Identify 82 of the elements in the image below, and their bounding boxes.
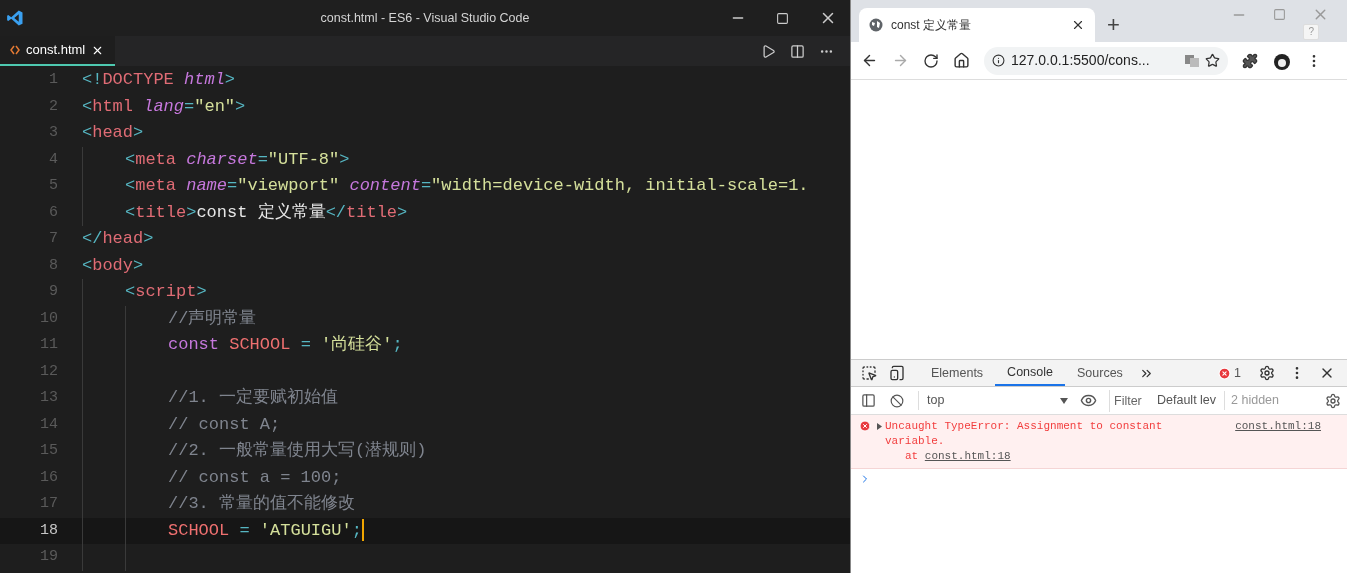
settings-icon[interactable] xyxy=(1259,365,1275,381)
line-number: 7 xyxy=(48,229,58,249)
line-number: 18 xyxy=(39,520,58,541)
vscode-logo-icon xyxy=(6,9,24,27)
tab-label: const.html xyxy=(26,41,86,60)
line-number: 11 xyxy=(39,335,58,355)
error-icon xyxy=(1218,366,1232,380)
line-number: 8 xyxy=(48,255,58,276)
devtools-tab[interactable]: Sources xyxy=(1065,360,1135,386)
text-cursor xyxy=(361,519,364,541)
line-number: 2 xyxy=(48,96,58,117)
reload-button[interactable] xyxy=(923,52,939,69)
stack-link[interactable]: const.html:18 xyxy=(924,450,1011,462)
window-title: const.html - ES6 - Visual Studio Code xyxy=(320,9,530,27)
expand-icon[interactable] xyxy=(877,423,882,430)
code-line: //声明常量 xyxy=(168,308,257,328)
back-button[interactable] xyxy=(861,52,878,69)
sidebar-toggle-icon[interactable] xyxy=(861,393,876,408)
line-number: 14 xyxy=(39,414,58,435)
context-select[interactable]: top xyxy=(918,391,1068,410)
devtools-tab[interactable]: Console xyxy=(995,360,1065,386)
code-line: </head> xyxy=(82,229,154,248)
new-tab-button[interactable]: + xyxy=(1107,14,1120,36)
source-link[interactable]: const.html:18 xyxy=(1235,419,1321,434)
code-line: <meta charset="UTF-8"> xyxy=(125,149,350,169)
line-number: 19 xyxy=(39,547,58,567)
split-editor-icon[interactable] xyxy=(790,43,805,59)
live-expression-icon[interactable] xyxy=(1080,392,1097,409)
stack-prefix: at xyxy=(905,450,919,462)
run-icon[interactable] xyxy=(761,43,776,59)
code-line: SCHOOL = 'ATGUIGU'; xyxy=(168,520,364,540)
close-tab-icon[interactable] xyxy=(1071,18,1085,32)
clear-console-icon[interactable] xyxy=(890,393,904,408)
info-icon xyxy=(992,54,1005,67)
line-number: 12 xyxy=(39,361,58,382)
code-line: //2. 一般常量使用大写(潜规则) xyxy=(168,441,427,460)
line-number: 13 xyxy=(39,388,58,408)
code-line: // const a = 100; xyxy=(168,467,342,487)
error-message: Uncaught TypeError: Assignment to constant variable. xyxy=(885,419,1164,449)
globe-icon xyxy=(869,18,883,32)
browser-tab[interactable]: const 定义常量 xyxy=(859,8,1095,42)
inspect-icon[interactable] xyxy=(861,365,877,381)
code-line: <head> xyxy=(82,123,144,142)
line-number: 17 xyxy=(39,494,58,514)
address-bar[interactable]: 127.0.0.1:5500/cons... xyxy=(984,46,1228,75)
log-levels-dropdown[interactable]: Default lev xyxy=(1157,391,1217,410)
console-settings-icon[interactable] xyxy=(1325,392,1341,409)
line-number: 6 xyxy=(48,202,58,223)
code-line: <script> xyxy=(125,282,207,301)
hidden-count: 2 hidden xyxy=(1224,391,1280,410)
code-line: <meta name="viewport" content="width=device-width, initial-scale=1. xyxy=(125,176,809,195)
code-line: <title>const 定义常量</title> xyxy=(125,202,408,222)
line-number: 1 xyxy=(48,70,58,90)
code-line: <html lang="en"> xyxy=(82,96,246,116)
line-number: 15 xyxy=(39,441,58,461)
code-line: //1. 一定要赋初始值 xyxy=(168,388,338,407)
editor-tab[interactable]: const.html xyxy=(0,36,115,66)
maximize-icon[interactable] xyxy=(776,11,789,25)
bookmark-icon[interactable] xyxy=(1205,53,1220,68)
line-number: 5 xyxy=(48,176,58,196)
line-number: 3 xyxy=(48,123,58,143)
translate-icon[interactable] xyxy=(1185,53,1199,68)
code-line: <body> xyxy=(82,255,144,275)
error-count[interactable]: 1 xyxy=(1234,363,1241,383)
line-number: 9 xyxy=(48,282,58,302)
tab-title: const 定义常量 xyxy=(891,17,972,34)
line-number: 10 xyxy=(39,308,58,329)
code-file-icon xyxy=(10,45,20,55)
code-line: // const A; xyxy=(168,414,281,434)
url-text: 127.0.0.1:5500/cons... xyxy=(1011,51,1150,70)
devtools-tab[interactable]: Elements xyxy=(919,360,996,386)
line-number: 4 xyxy=(48,149,58,170)
help-badge: ? xyxy=(1303,24,1319,40)
code-line: //3. 常量的值不能修改 xyxy=(168,494,355,513)
dropdown-caret-icon[interactable] xyxy=(1060,397,1068,404)
error-icon xyxy=(859,420,871,432)
code-line: const SCHOOL = '尚硅谷'; xyxy=(168,335,403,354)
device-toolbar-icon[interactable] xyxy=(889,365,905,381)
line-number: 16 xyxy=(39,467,58,488)
home-button[interactable] xyxy=(953,52,970,69)
extensions-icon[interactable] xyxy=(1242,52,1258,69)
code-line: <!DOCTYPE html> xyxy=(82,70,236,89)
